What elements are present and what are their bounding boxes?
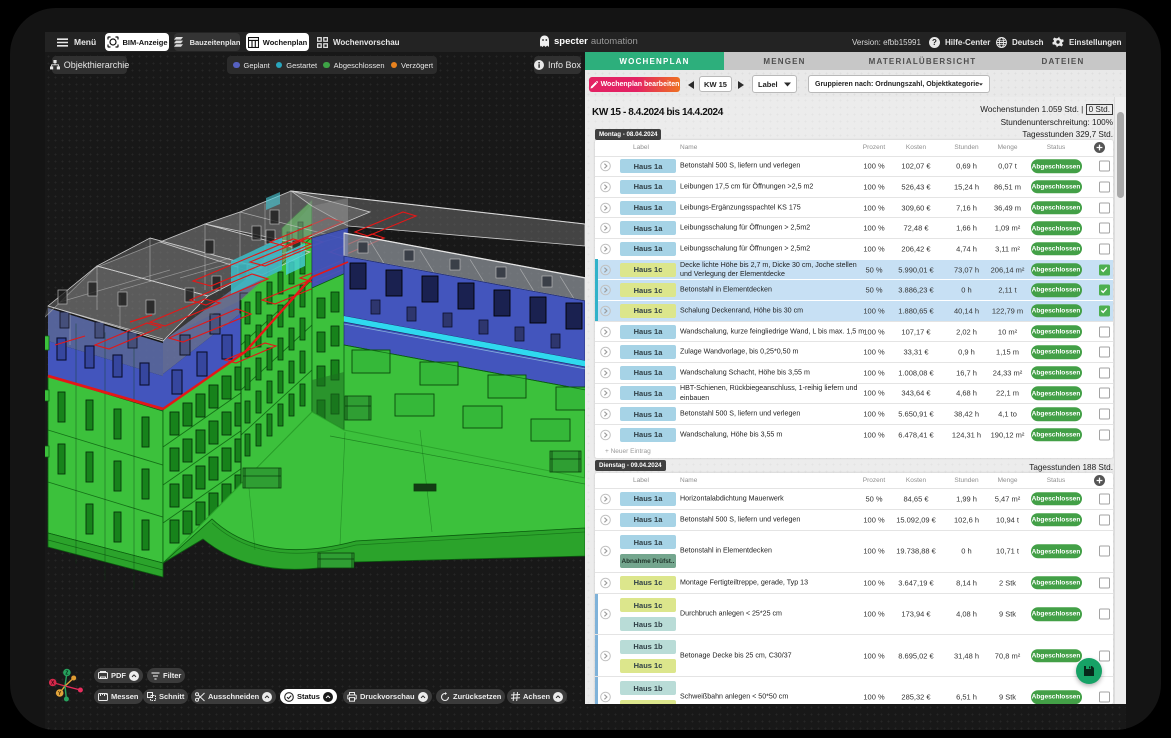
svg-text:Z: Z	[65, 671, 68, 677]
svg-text:?: ?	[932, 38, 937, 47]
